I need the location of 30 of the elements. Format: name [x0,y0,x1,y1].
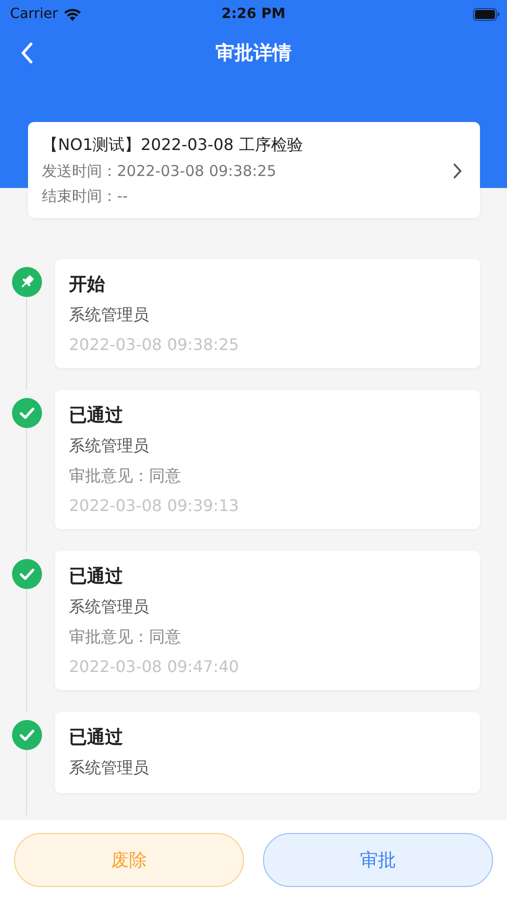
approver-name: 系统管理员 [69,436,150,457]
summary-card[interactable]: 【NO1测试】2022-03-08 工序检验 发送时间：2022-03-08 09:38:25 结束时间：-- [28,122,480,218]
check-icon [12,559,42,589]
approver-name: 系统管理员 [69,597,150,618]
form-title: 【NO1测试】2022-03-08 工序检验 [42,135,303,156]
step-time: 2022-03-08 09:39:13 [69,496,240,515]
step-status: 已通过 [69,726,124,749]
check-icon [12,720,42,750]
check-icon [12,398,42,428]
approval-comment: 审批意见：同意 [69,627,182,648]
end-time: 结束时间：-- [42,187,129,206]
chevron-right-icon [453,162,462,178]
step-time: 2022-03-08 09:47:40 [69,657,240,676]
step-time: 2022-03-08 09:38:25 [69,335,240,354]
battery-icon [473,8,500,20]
action-button[interactable]: 废除 [14,833,244,887]
step-status: 开始 [69,273,106,296]
step-status: 已通过 [69,404,124,427]
approver-name: 系统管理员 [69,758,150,779]
clock-time: 2:26 PM [222,6,286,22]
wifi-icon [64,8,81,20]
approver-name: 系统管理员 [69,305,150,326]
chevron-left-icon [20,42,34,64]
action-button[interactable]: 审批 [263,833,493,887]
send-time: 发送时间：2022-03-08 09:38:25 [42,162,278,181]
pin-icon [12,267,42,297]
approval-comment: 审批意见：同意 [69,466,182,487]
page-title: 审批详情 [216,41,292,66]
carrier-name: Carrier [10,6,58,22]
step-status: 已通过 [69,565,124,588]
